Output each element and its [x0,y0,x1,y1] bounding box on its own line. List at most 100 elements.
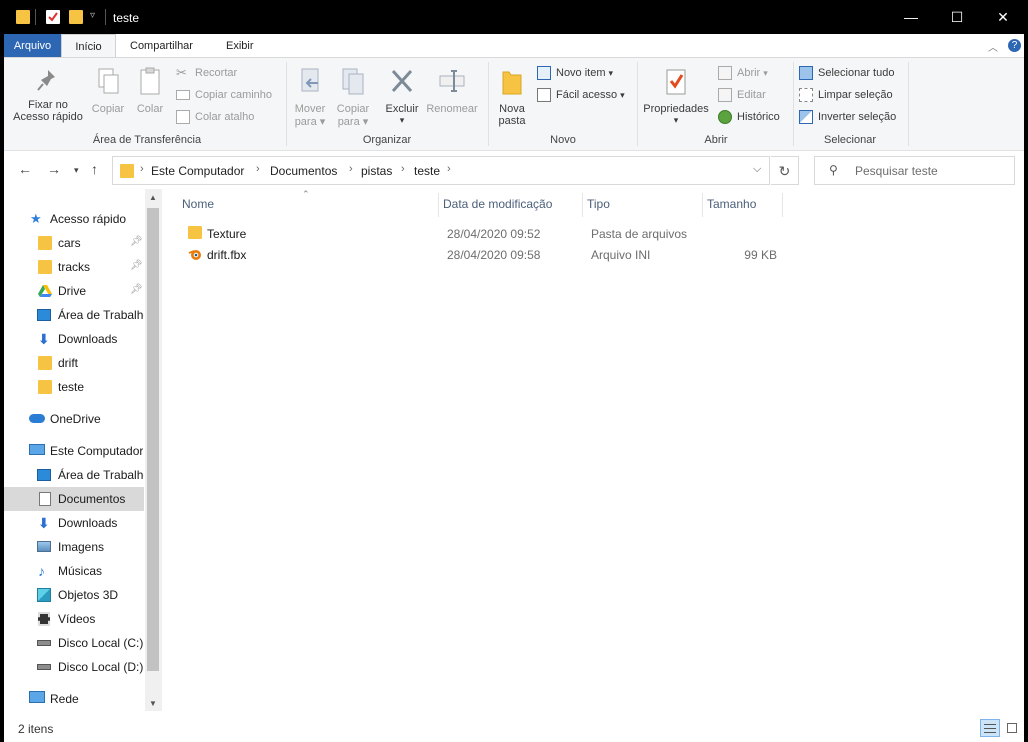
history-button[interactable]: Histórico [718,108,780,126]
pin-icon[interactable]: 📌︎ [130,260,143,271]
nav-item-teste[interactable]: teste [4,375,144,399]
open-button[interactable]: Abrir ▾ [718,64,768,82]
search-placeholder: Pesquisar teste [855,164,938,178]
recent-locations-icon[interactable]: ▾ [74,165,79,176]
column-header-name[interactable]: Nome [182,197,214,211]
open-label: Abrir [737,67,761,79]
folder-icon [38,356,52,370]
forward-arrow-icon[interactable]: → [47,161,61,177]
nav-item-this-pc[interactable]: Este Computador [4,439,144,463]
column-header-size[interactable]: Tamanho [707,197,756,211]
open-icon [718,66,732,80]
column-divider[interactable] [702,193,703,217]
close-button[interactable]: ✕ [980,0,1026,34]
nav-item-downloads[interactable]: ⬇ Downloads [4,327,144,351]
up-arrow-icon[interactable]: ↑ [91,161,98,177]
nav-item-desktop[interactable]: Área de Trabalho [4,303,144,327]
details-view-icon [984,724,996,725]
nav-item-rede[interactable]: Rede [4,687,144,711]
properties-dropdown-icon[interactable]: ▾ [641,115,711,126]
paste-shortcut-button[interactable]: Colar atalho [176,108,254,126]
nav-item-disco-c[interactable]: Disco Local (C:) [4,631,144,655]
address-bar[interactable]: › Este Computador › Documentos › pistas … [112,156,770,185]
minimize-button[interactable]: — [888,0,934,34]
new-folder-icon[interactable] [69,10,83,24]
scroll-down-icon[interactable]: ▼ [149,699,157,708]
delete-dropdown-icon[interactable]: ▾ [382,115,422,126]
move-to-button[interactable]: Mover para ▾ [291,66,329,128]
breadcrumb-chevron-icon[interactable]: › [401,163,405,175]
breadcrumb-chevron-icon[interactable]: › [256,163,260,175]
column-divider[interactable] [782,193,783,217]
properties-icon[interactable] [46,10,60,24]
nav-item-drive[interactable]: Drive 📌︎ [4,279,144,303]
clear-selection-button[interactable]: Limpar seleção [799,86,893,104]
copy-to-label-2-text: para [337,116,360,128]
nav-item-pc-downloads[interactable]: ⬇ Downloads [4,511,144,535]
nav-item-pc-desktop[interactable]: Área de Trabalho [4,463,144,487]
group-title-new: Novo [550,134,576,146]
tab-inicio[interactable]: Início [61,34,116,59]
column-header-date[interactable]: Data de modificação [443,197,552,211]
help-icon[interactable]: ? [1008,39,1021,52]
copy-path-label: Copiar caminho [195,89,273,101]
table-row[interactable]: Texture 28/04/2020 09:52 Pasta de arquiv… [182,223,782,244]
properties-button[interactable]: Propriedades ▾ [641,66,711,126]
nav-scrollbar[interactable]: ▲ ▼ [145,189,162,711]
nav-item-videos[interactable]: Vídeos [4,607,144,631]
scrollbar-thumb[interactable] [147,208,159,671]
nav-item-objetos-3d[interactable]: Objetos 3D [4,583,144,607]
rename-button[interactable]: Renomear [424,66,480,115]
invert-selection-button[interactable]: Inverter seleção [799,108,896,126]
copy-to-button[interactable]: Copiar para ▾ [333,66,373,128]
large-icons-view-button[interactable] [1002,719,1022,737]
paste-button[interactable]: Colar [132,66,168,115]
select-all-button[interactable]: Selecionar tudo [799,64,894,82]
scroll-up-icon[interactable]: ▲ [149,193,157,202]
nav-item-drift[interactable]: drift [4,351,144,375]
group-separator [286,62,287,146]
nav-item-disco-d[interactable]: Disco Local (D:) [4,655,144,679]
search-input[interactable]: ⚲ Pesquisar teste [814,156,1015,185]
details-view-button[interactable] [980,719,1000,737]
collapse-ribbon-icon[interactable]: ︿ [988,39,998,54]
pin-quick-access-button[interactable]: Fixar no Acesso rápido [10,66,86,123]
column-divider[interactable] [582,193,583,217]
easy-access-button[interactable]: Fácil acesso ▾ [537,86,625,104]
delete-button[interactable]: Excluir ▾ [382,66,422,126]
column-header-type[interactable]: Tipo [587,197,610,211]
pin-icon[interactable]: 📌︎ [130,284,143,295]
edit-button[interactable]: Editar [718,86,766,104]
customize-toolbar-icon[interactable]: ▿ [90,10,95,21]
nav-item-documentos[interactable]: Documentos [4,487,144,511]
breadcrumb-pistas[interactable]: pistas [361,164,392,178]
copy-to-label-2: para ▾ [337,116,369,128]
nav-item-musicas[interactable]: ♪ Músicas [4,559,144,583]
new-folder-button[interactable]: Nova pasta [494,66,530,127]
table-row[interactable]: drift.fbx 28/04/2020 09:58 Arquivo INI 9… [182,244,782,265]
nav-item-onedrive[interactable]: OneDrive [4,407,144,431]
breadcrumb-chevron-icon[interactable]: › [447,163,451,175]
back-arrow-icon[interactable]: ← [18,161,32,177]
breadcrumb-documentos[interactable]: Documentos [270,164,337,178]
breadcrumb-chevron-icon[interactable]: › [140,163,144,175]
refresh-button[interactable]: ↻ [771,156,799,185]
tab-compartilhar[interactable]: Compartilhar [124,34,199,58]
address-dropdown-icon[interactable]: ⌵ [753,163,761,176]
breadcrumb-teste[interactable]: teste [414,164,440,178]
maximize-button[interactable]: ☐ [934,0,980,34]
column-divider[interactable] [438,193,439,217]
copy-button[interactable]: Copiar [90,66,126,115]
nav-item-quick-access[interactable]: ★ Acesso rápido [4,207,144,231]
nav-item-tracks[interactable]: tracks 📌︎ [4,255,144,279]
breadcrumb-chevron-icon[interactable]: › [349,163,353,175]
nav-item-cars[interactable]: cars 📌︎ [4,231,144,255]
pin-icon[interactable]: 📌︎ [130,236,143,247]
breadcrumb-este-computador[interactable]: Este Computador [151,164,244,178]
cut-button[interactable]: ✂ Recortar [176,64,237,82]
copy-path-button[interactable]: Copiar caminho [176,86,272,104]
tab-arquivo[interactable]: Arquivo [4,34,61,58]
tab-exibir[interactable]: Exibir [220,34,260,58]
new-item-button[interactable]: Novo item ▾ [537,64,613,82]
nav-item-imagens[interactable]: Imagens [4,535,144,559]
